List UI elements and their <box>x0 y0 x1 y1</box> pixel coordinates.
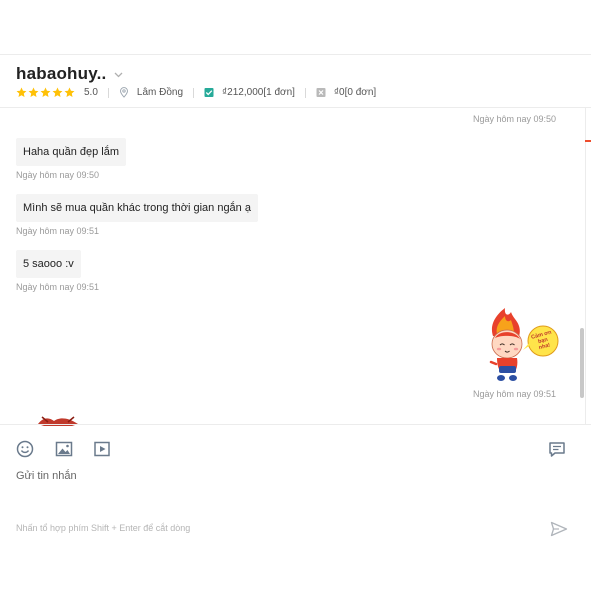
message-timestamp: Ngày hôm nay 09:51 <box>16 282 100 292</box>
thank-you-sticker[interactable]: Cảm ơn bạn nha! <box>483 306 561 386</box>
rating-stars <box>16 87 75 98</box>
shop-name-row[interactable]: habaohuy.. <box>16 64 123 84</box>
star-icon <box>40 87 51 97</box>
message-scrollbar[interactable] <box>580 328 584 398</box>
star-icon <box>28 87 39 97</box>
shortcut-hint: Nhấn tổ hợp phím Shift + Enter để cắt dò… <box>16 523 191 533</box>
message-bubble[interactable]: 5 saooo :v <box>16 250 81 278</box>
panel-divider <box>585 108 586 424</box>
message-input[interactable]: Gửi tin nhắn <box>16 470 77 482</box>
chat-window: habaohuy.. 5.0 Lâm Đồng ₫212,000[1 đơn] … <box>0 0 591 591</box>
spent-text: ₫212,000[1 đơn] <box>222 87 295 98</box>
check-box-icon <box>204 88 214 97</box>
rating-value: 5.0 <box>84 87 98 98</box>
spent-item: ₫212,000[1 đơn] <box>204 87 295 98</box>
message-timestamp: Ngày hôm nay 09:51 <box>16 226 100 236</box>
divider <box>304 87 306 98</box>
message-composer: Gửi tin nhắn Nhấn tổ hợp phím Shift + En… <box>0 424 591 591</box>
cancel-box-icon <box>316 88 326 97</box>
location-pin-icon <box>119 87 128 98</box>
star-icon <box>16 87 27 97</box>
message-timestamp: Ngày hôm nay 09:50 <box>473 114 557 124</box>
message-bubble[interactable]: Mình sẽ mua quần khác trong thời gian ng… <box>16 194 258 222</box>
shop-meta: 5.0 Lâm Đồng ₫212,000[1 đơn] ₫0[0 đơn] <box>16 87 376 98</box>
send-icon[interactable] <box>550 521 568 537</box>
refund-text: ₫0[0 đơn] <box>333 87 377 98</box>
message-bubble[interactable]: Haha quần đẹp lắm <box>16 138 127 166</box>
divider <box>193 87 195 98</box>
top-band <box>0 0 591 55</box>
message-timestamp: Ngày hôm nay 09:50 <box>16 170 100 180</box>
quick-reply-icon[interactable] <box>548 440 566 458</box>
location-item: Lâm Đồng <box>119 87 183 98</box>
chevron-down-icon[interactable] <box>114 72 123 78</box>
video-icon[interactable] <box>93 440 111 458</box>
emoji-icon[interactable] <box>16 440 34 458</box>
chat-header: habaohuy.. 5.0 Lâm Đồng ₫212,000[1 đơn] … <box>0 56 591 108</box>
refund-item: ₫0[0 đơn] <box>316 87 376 98</box>
star-icon <box>52 87 63 97</box>
message-timestamp: Ngày hôm nay 09:51 <box>473 389 557 399</box>
accent-marker <box>585 140 591 142</box>
shop-name[interactable]: habaohuy.. <box>16 64 106 84</box>
divider <box>107 87 109 98</box>
star-icon <box>64 87 75 97</box>
image-icon[interactable] <box>55 440 73 458</box>
location-text: Lâm Đồng <box>136 87 184 98</box>
